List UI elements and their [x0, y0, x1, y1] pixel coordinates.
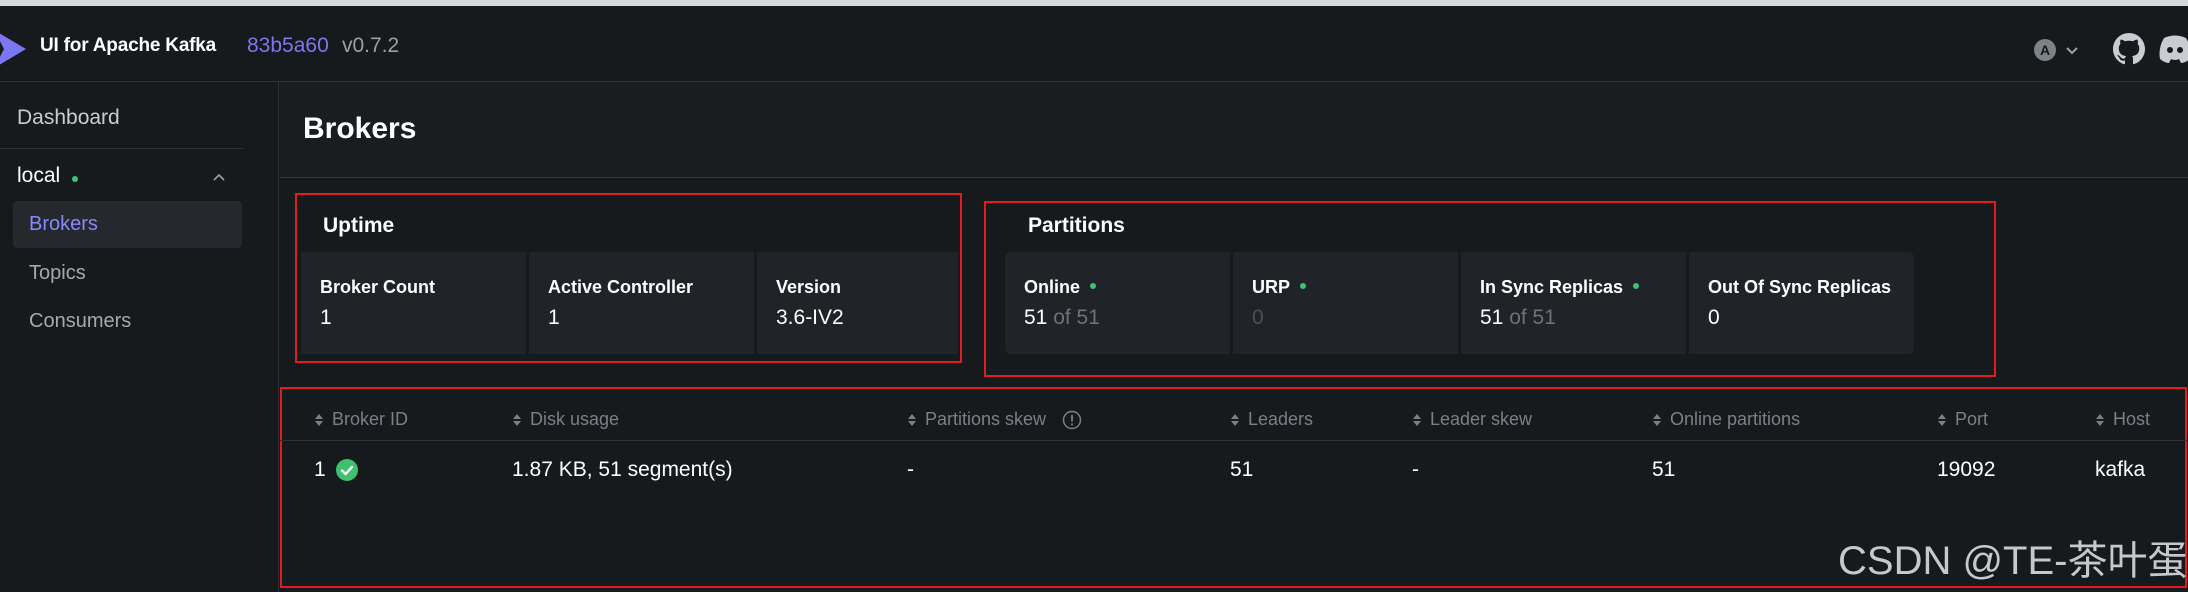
- app-version: v0.7.2: [342, 34, 400, 57]
- column-header-host[interactable]: Host: [2095, 409, 2150, 430]
- cell-leader-skew: -: [1412, 458, 1419, 481]
- column-header-online-partitions[interactable]: Online partitions: [1652, 409, 1800, 430]
- page-title: Brokers: [303, 112, 417, 145]
- metric-value: 3.6-IV2: [776, 306, 844, 329]
- column-label: Port: [1955, 409, 1989, 429]
- language-select[interactable]: A: [2034, 34, 2086, 66]
- column-header-leader-skew[interactable]: Leader skew: [1412, 409, 1532, 430]
- sidebar-item-consumers[interactable]: Consumers: [13, 298, 242, 345]
- sort-icon: [1653, 413, 1661, 426]
- cell-disk-usage: 1.87 KB, 51 segment(s): [512, 458, 733, 481]
- uptime-title: Uptime: [323, 214, 395, 237]
- metric-label: Broker Count: [320, 277, 436, 297]
- online-value: 51: [1024, 306, 1048, 329]
- sidebar-item-brokers[interactable]: Brokers: [13, 201, 242, 248]
- metric-online: Online 51 of 51: [1005, 252, 1230, 354]
- sidebar-item-dashboard[interactable]: Dashboard: [17, 106, 120, 130]
- metric-value: 1: [548, 306, 560, 329]
- column-label: Partitions skew: [925, 409, 1047, 429]
- sort-icon: [315, 413, 323, 426]
- sort-icon: [1413, 413, 1421, 426]
- watermark-text: CSDN @TE-茶叶蛋: [1838, 539, 2188, 583]
- cell-host: kafka: [2095, 458, 2146, 481]
- metric-label: Version: [776, 277, 842, 297]
- column-label: Disk usage: [530, 409, 620, 429]
- metric-label: URP: [1252, 277, 1307, 298]
- sort-icon: [513, 413, 521, 426]
- chevron-up-icon[interactable]: [210, 168, 228, 186]
- metric-value: 0: [1252, 306, 1264, 329]
- discord-icon[interactable]: [2158, 34, 2188, 64]
- column-header-leaders[interactable]: Leaders: [1230, 409, 1313, 430]
- metric-value: 1: [320, 306, 332, 329]
- sort-icon: [1938, 413, 1946, 426]
- main-content: Brokers Uptime Broker Count 1 Active Con…: [280, 82, 2188, 592]
- metric-urp: URP 0: [1233, 252, 1458, 354]
- metric-label: Active Controller: [548, 277, 694, 297]
- metric-in-sync-replicas: In Sync Replicas 51 of 51: [1461, 252, 1686, 354]
- in-sync-total: of 51: [1509, 306, 1556, 329]
- metric-out-of-sync-replicas: Out Of Sync Replicas 0: [1689, 252, 1914, 354]
- github-icon[interactable]: [2113, 33, 2145, 65]
- column-header-broker-id[interactable]: Broker ID: [314, 409, 408, 430]
- info-icon[interactable]: [1062, 410, 1082, 430]
- online-total: of 51: [1053, 306, 1100, 329]
- metric-version: Version 3.6-IV2: [757, 252, 958, 354]
- metric-active-controller: Active Controller 1: [529, 252, 754, 354]
- metric-value: 0: [1708, 306, 1720, 329]
- column-label: Leaders: [1248, 409, 1314, 429]
- metric-value: 51 of 51: [1480, 306, 1556, 330]
- online-label: Online: [1024, 277, 1081, 297]
- partitions-title: Partitions: [1028, 214, 1125, 237]
- broker-id-value: 1: [314, 458, 326, 481]
- page-header: Brokers: [280, 82, 2188, 178]
- column-label: Broker ID: [332, 409, 409, 429]
- column-label: Online partitions: [1670, 409, 1801, 429]
- check-circle-icon: [335, 459, 358, 481]
- sort-icon: [2096, 413, 2104, 426]
- status-dot: [1300, 283, 1307, 290]
- cluster-name: local: [17, 164, 61, 187]
- chevron-down-icon: [2066, 47, 2078, 55]
- column-label: Leader skew: [1430, 409, 1533, 429]
- top-navbar: UI for Apache Kafka 83b5a60 v0.7.2 A: [0, 6, 2188, 82]
- cell-online-partitions: 51: [1652, 458, 1676, 481]
- status-dot: [1633, 283, 1640, 290]
- cluster-status-dot: [72, 176, 78, 182]
- cell-port: 19092: [1937, 458, 1996, 481]
- metric-label: In Sync Replicas: [1480, 277, 1640, 298]
- cell-partitions-skew: -: [907, 458, 914, 481]
- status-dot: [1090, 283, 1097, 290]
- cell-leaders: 51: [1230, 458, 1254, 481]
- metric-broker-count: Broker Count 1: [301, 252, 526, 354]
- column-label: Host: [2113, 409, 2151, 429]
- sidebar: Dashboard local Brokers Topics Consumers: [0, 82, 279, 592]
- table-header: Broker ID Disk usage Partitions skew Lea…: [280, 397, 2188, 441]
- kafka-ui-logo-icon[interactable]: [0, 30, 26, 68]
- sidebar-divider: [0, 148, 243, 149]
- sort-icon: [1231, 413, 1239, 426]
- app-title[interactable]: UI for Apache Kafka: [40, 35, 216, 57]
- in-sync-value: 51: [1480, 306, 1504, 329]
- sort-icon: [908, 413, 916, 426]
- metric-value: 51 of 51: [1024, 306, 1100, 330]
- in-sync-label: In Sync Replicas: [1480, 277, 1624, 297]
- urp-label: URP: [1252, 277, 1291, 297]
- cell-broker-id[interactable]: 1: [314, 458, 358, 482]
- column-header-partitions-skew[interactable]: Partitions skew: [907, 409, 1082, 430]
- metric-label: Online: [1024, 277, 1097, 298]
- column-header-port[interactable]: Port: [1937, 409, 1988, 430]
- commit-link[interactable]: 83b5a60: [247, 34, 329, 58]
- column-header-disk-usage[interactable]: Disk usage: [512, 409, 619, 430]
- sidebar-item-topics[interactable]: Topics: [13, 250, 242, 297]
- language-badge: A: [2034, 39, 2056, 61]
- metric-label: Out Of Sync Replicas: [1708, 277, 1892, 297]
- cluster-toggle-local[interactable]: local: [17, 162, 239, 196]
